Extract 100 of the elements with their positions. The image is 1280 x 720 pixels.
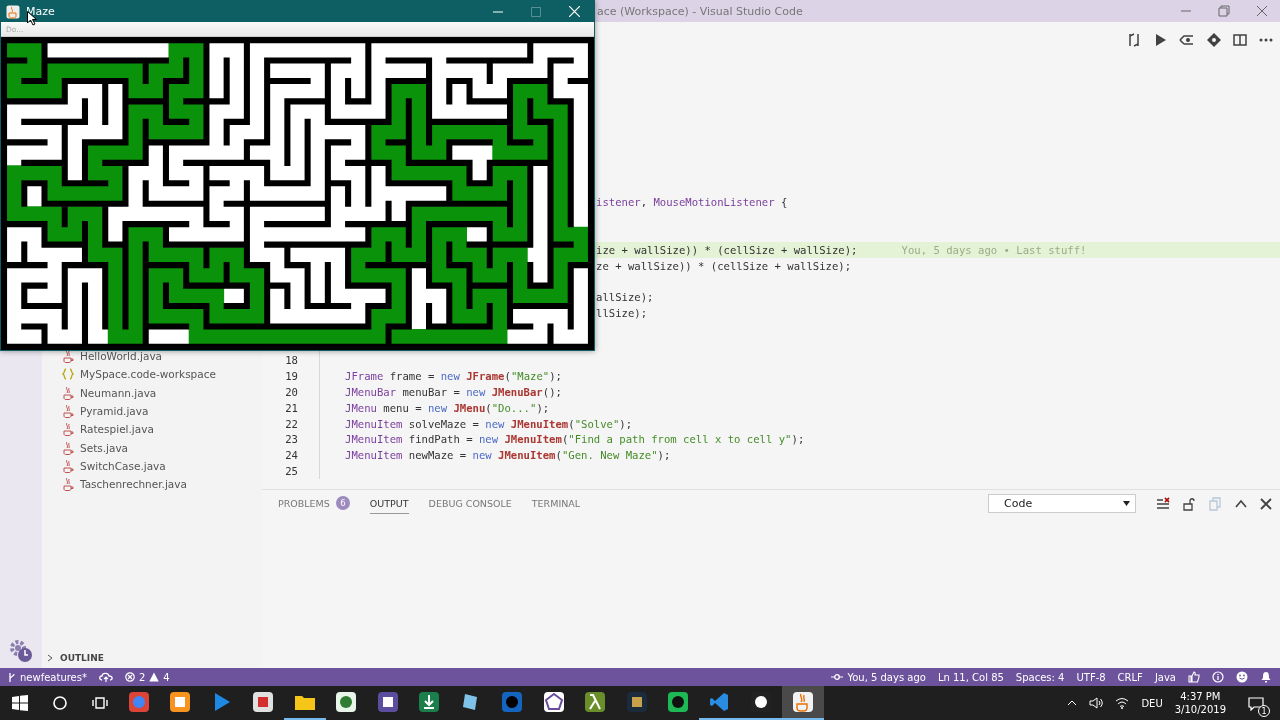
blame-indicator[interactable]: You, 5 days ago (831, 671, 926, 683)
task-view-icon[interactable] (92, 695, 108, 711)
file-item[interactable]: SwitchCase.java (62, 456, 262, 476)
file-item[interactable]: HelloWorld.java (62, 347, 262, 366)
error-icon (125, 672, 135, 682)
lambda-icon (584, 691, 607, 713)
search-icon[interactable] (52, 695, 68, 711)
problems-indicator[interactable]: 2 4 (125, 671, 170, 683)
download-icon (418, 691, 441, 713)
lock-icon[interactable] (1182, 496, 1196, 511)
caret-icon (1123, 501, 1130, 506)
window-title: ace (Workspace) - Visual Studio Code (597, 4, 803, 18)
line-number: 25 (284, 465, 298, 477)
run-icon[interactable] (1153, 32, 1167, 47)
code-line: ze + wallSize)) * (cellSize + wallSize); (596, 259, 852, 272)
output-channel-dropdown[interactable]: Code (988, 494, 1136, 513)
start-icon[interactable] (12, 695, 28, 711)
code-line: JMenu menu = new JMenu("Do..."); (345, 401, 550, 414)
music-icon (667, 691, 690, 713)
commit-icon (831, 673, 844, 681)
split-editor-icon[interactable] (1233, 32, 1247, 47)
file-item[interactable]: Neumann.java (62, 383, 262, 402)
tab-label: PROBLEMS (278, 497, 330, 509)
panel-tab[interactable]: PROBLEMS 6 (278, 493, 350, 514)
speaker-icon[interactable] (1089, 697, 1104, 709)
indentation-setting[interactable]: Spaces: 4 (1015, 671, 1065, 683)
taskbar-button[interactable] (782, 686, 824, 720)
paint-icon (252, 691, 275, 713)
code-line: llSize); (596, 307, 648, 320)
tab-label: OUTPUT (369, 497, 409, 509)
code-line: JMenuBar menuBar = new JMenuBar(); (345, 386, 562, 399)
line-ending-setting[interactable]: CRLF (1117, 671, 1143, 683)
java-file-icon (62, 422, 74, 437)
restore-icon[interactable] (1218, 5, 1230, 17)
line-number: 21 (284, 401, 298, 414)
pentagon-icon (542, 691, 565, 713)
blame-annotation: You, 5 days ago • Last stuff! (901, 243, 1087, 256)
tab-label: TERMINAL (531, 497, 581, 509)
java-file-icon (62, 477, 74, 492)
file-item[interactable]: Sets.java (62, 438, 262, 457)
browser-icon (127, 691, 150, 713)
language-mode[interactable]: Java (1154, 671, 1176, 683)
code-line: JFrame frame = new JFrame("Maze"); (345, 370, 562, 383)
encoding-setting[interactable]: UTF-8 (1076, 671, 1106, 683)
panel-tab[interactable]: OUTPUT (369, 493, 409, 514)
file-item[interactable]: Taschenrechner.java (62, 475, 262, 494)
wifi-icon[interactable] (1115, 697, 1130, 709)
panel-tab[interactable]: TERMINAL (531, 493, 581, 514)
smiley-icon[interactable] (1236, 671, 1248, 683)
panel-tab[interactable]: DEBUG CONSOLE (428, 493, 512, 514)
java-file-icon (62, 385, 74, 400)
bell-icon[interactable] (1260, 671, 1272, 683)
thumbs-up-icon[interactable] (1188, 671, 1200, 683)
info-icon[interactable] (1212, 671, 1224, 683)
line-number: 22 (284, 417, 298, 430)
outline-section-header[interactable]: OUTLINE (42, 649, 262, 667)
code-line: JMenuItem findPath = new JMenuItem("Find a path from cell x to cell y"); (345, 433, 805, 446)
clear-output-icon[interactable] (1156, 496, 1170, 511)
java-icon (791, 691, 814, 713)
count-badge: 6 (335, 496, 350, 510)
code-editor-icon (708, 691, 731, 713)
line-number: 18 (284, 354, 298, 367)
code-line: JMenuItem solveMaze = new JMenuItem("Solve"); (345, 417, 633, 430)
message-icon (1248, 697, 1264, 711)
line-number: 24 (284, 449, 298, 462)
file-item[interactable]: Ratespiel.java (62, 420, 262, 439)
code-line: JMenuItem newMaze = new JMenuItem("Gen. New Maze"); (345, 449, 671, 462)
settings-icon[interactable] (8, 638, 34, 664)
code-line: ize + wallSize)) * (cellSize + wallSize); (596, 243, 858, 256)
compare-icon[interactable] (1127, 32, 1141, 47)
maximize-icon (531, 6, 541, 17)
java-file-icon (62, 458, 74, 473)
file-item[interactable]: Pyramid.java (62, 401, 262, 421)
code-line: allSize); (596, 291, 654, 304)
line-number: 19 (284, 370, 298, 383)
chevron-up-icon[interactable] (1067, 700, 1078, 706)
java-icon (6, 4, 20, 19)
java-file-icon (62, 349, 74, 364)
file-item[interactable]: MySpace.code-workspace (62, 365, 262, 384)
input-language[interactable]: DEU (1141, 697, 1163, 709)
cloud-sync-icon[interactable] (99, 671, 113, 683)
branch-icon (8, 671, 16, 683)
app-icon (169, 691, 192, 713)
app-icon (625, 691, 648, 713)
line-number: 23 (284, 433, 298, 446)
close-icon[interactable] (1256, 5, 1268, 17)
close-icon[interactable] (1260, 497, 1272, 510)
warning-icon (149, 672, 160, 682)
java-file-icon (62, 440, 74, 455)
tab-label: DEBUG CONSOLE (428, 497, 512, 509)
code-line: istener, MouseMotionListener { (596, 196, 788, 209)
count-badge: 1 (1258, 705, 1270, 717)
more-icon[interactable] (1259, 37, 1273, 42)
braces-icon (62, 367, 74, 382)
clock[interactable]: 4:37 PM 3/10/2019 (1174, 690, 1226, 716)
line-number: 20 (284, 386, 298, 399)
java-file-icon (62, 404, 74, 419)
branch-indicator[interactable]: newfeatures* (8, 671, 87, 683)
cursor-position[interactable]: Ln 11, Col 85 (937, 671, 1004, 683)
diamond-icon[interactable] (1207, 32, 1221, 47)
